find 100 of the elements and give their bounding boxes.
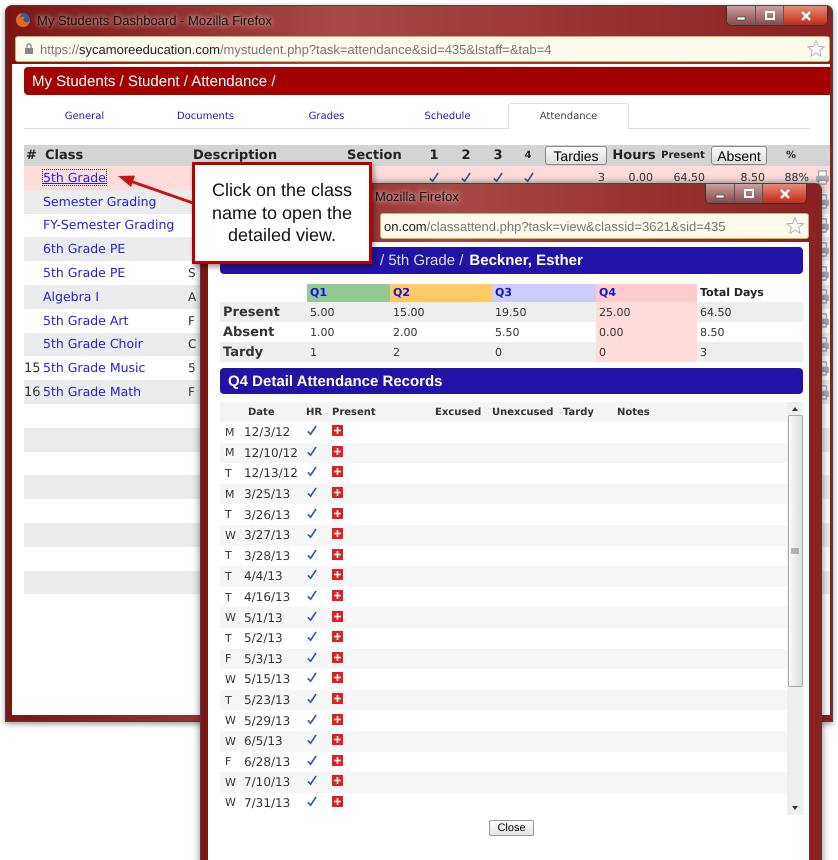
table-cell: F (188, 314, 195, 328)
table-cell-text: 19.50 (494, 304, 528, 320)
down-arrow-icon[interactable] (791, 805, 799, 811)
plus-icon[interactable] (332, 754, 343, 766)
column-header: Unexcused (492, 406, 554, 418)
weekday: W (224, 672, 237, 686)
date-cell-text: 5/15/13 (244, 672, 292, 686)
maximize-button[interactable] (755, 6, 783, 25)
breadcrumb: My Students / Student / Attendance / (32, 72, 276, 90)
column-header: Present (660, 150, 706, 161)
tab[interactable]: Attendance (508, 103, 629, 129)
plus-icon[interactable] (332, 548, 343, 560)
class-link[interactable]: Algebra I (43, 288, 100, 304)
close-button[interactable]: Close (489, 820, 534, 836)
maximize-button[interactable] (734, 184, 762, 203)
column-header: 2 (460, 148, 472, 163)
minimize-button[interactable] (727, 6, 755, 25)
tab[interactable]: Schedule (387, 103, 508, 128)
plus-icon[interactable] (332, 734, 343, 746)
column-header: Class (44, 148, 84, 163)
maximize-icon (764, 10, 776, 20)
plus-icon[interactable] (332, 714, 343, 725)
column-button[interactable]: Absent (711, 146, 767, 165)
plus-icon[interactable] (332, 672, 343, 684)
scrollbar[interactable] (787, 402, 803, 815)
quarter-header: Q4 (596, 284, 697, 302)
column-header: Excused (435, 406, 482, 418)
class-link[interactable]: Semester Grading (43, 194, 156, 209)
table-cell-text: 1.00 (309, 324, 336, 340)
plus-icon[interactable] (332, 610, 343, 622)
column-header: Hours (611, 148, 657, 163)
tab[interactable]: Grades (266, 103, 387, 128)
row-label: Tardy (222, 344, 264, 360)
weekday: W (224, 734, 237, 748)
close-button[interactable] (783, 6, 827, 25)
plus-icon[interactable] (332, 425, 343, 436)
table-cell-text: 5.50 (494, 324, 520, 340)
date-cell-text: 7/31/13 (244, 796, 292, 810)
minimize-button[interactable] (706, 184, 734, 203)
quarter-header: Q3 (492, 284, 596, 302)
date-cell-text: 5/29/13 (244, 714, 292, 728)
row-label: Absent (222, 324, 276, 340)
table-cell: 64.50 (674, 171, 705, 184)
column-header: % (784, 150, 798, 161)
class-link[interactable]: 5th Grade (43, 170, 106, 185)
date-cell-text: 6/5/13 (244, 734, 284, 748)
column-header: 4 (524, 150, 532, 161)
date-cell-text: 7/10/13 (244, 775, 292, 790)
tab[interactable]: Documents (145, 103, 266, 128)
plus-icon[interactable] (332, 508, 343, 519)
date-cell-text: 12/10/12 (244, 446, 299, 460)
close-button[interactable] (762, 184, 806, 203)
section-heading: Q4 Detail Attendance Records (228, 372, 443, 390)
plus-icon[interactable] (332, 693, 343, 704)
student-name: Beckner, Esther (469, 252, 583, 269)
table-cell: 3 (598, 171, 605, 184)
column-header: Present (332, 406, 377, 418)
date-cell-text: 4/16/13 (244, 590, 292, 604)
table-cell: 0.00 (596, 322, 697, 342)
class-link[interactable]: 5th Grade Math (43, 384, 142, 400)
plus-icon[interactable] (332, 590, 343, 602)
date-cell-text: 12/3/12 (244, 425, 292, 440)
table-cell: A (188, 290, 196, 304)
printer-icon[interactable] (815, 170, 830, 186)
table-cell-text: 64.50 (699, 304, 732, 320)
plus-icon[interactable] (332, 446, 343, 457)
plus-icon[interactable] (332, 631, 343, 642)
address-bar[interactable]: https://sycamoreeducation.com/mystudent.php?task=attendance&sid=435&lstaff=&tab=4 (15, 36, 830, 62)
column-header: Description (192, 148, 278, 163)
tab[interactable]: General (24, 103, 145, 128)
quarter-header: Q1 (307, 284, 390, 302)
table-cell-text: 0 (494, 344, 503, 360)
table-cell-text: 8.50 (699, 324, 726, 340)
address-bar[interactable]: on.com/classattend.php?task=view&classid=3621&sid=435 (380, 213, 809, 239)
plus-icon[interactable] (332, 775, 343, 786)
weekday: M (224, 488, 236, 501)
plus-icon[interactable] (332, 652, 343, 663)
class-link[interactable]: 5th Grade Music (43, 360, 146, 376)
column-header: Tardy (563, 406, 595, 418)
weekday: T (224, 549, 233, 562)
class-link[interactable]: 5th Grade PE (43, 265, 126, 280)
date-cell-text: 5/1/13 (244, 610, 284, 625)
column-header: Date (247, 406, 276, 418)
plus-icon[interactable] (332, 796, 343, 807)
plus-icon[interactable] (332, 466, 343, 478)
scrollbar-thumb[interactable] (788, 415, 802, 687)
maximize-icon (742, 188, 754, 198)
plus-icon[interactable] (332, 528, 343, 540)
bookmark-star-icon[interactable] (807, 40, 825, 58)
date-cell-text: 3/26/13 (244, 508, 292, 522)
class-link[interactable]: 6th Grade PE (43, 241, 126, 256)
class-link[interactable]: FY-Semester Grading (43, 217, 174, 232)
plus-icon[interactable] (332, 569, 343, 580)
plus-icon[interactable] (332, 487, 343, 498)
bookmark-star-icon[interactable] (786, 217, 804, 235)
column-button[interactable]: Tardies (545, 146, 607, 165)
class-link[interactable]: 5th Grade Art (43, 312, 128, 328)
up-arrow-icon[interactable] (791, 406, 799, 412)
lock-icon (24, 43, 34, 55)
class-link[interactable]: 5th Grade Choir (43, 336, 143, 352)
